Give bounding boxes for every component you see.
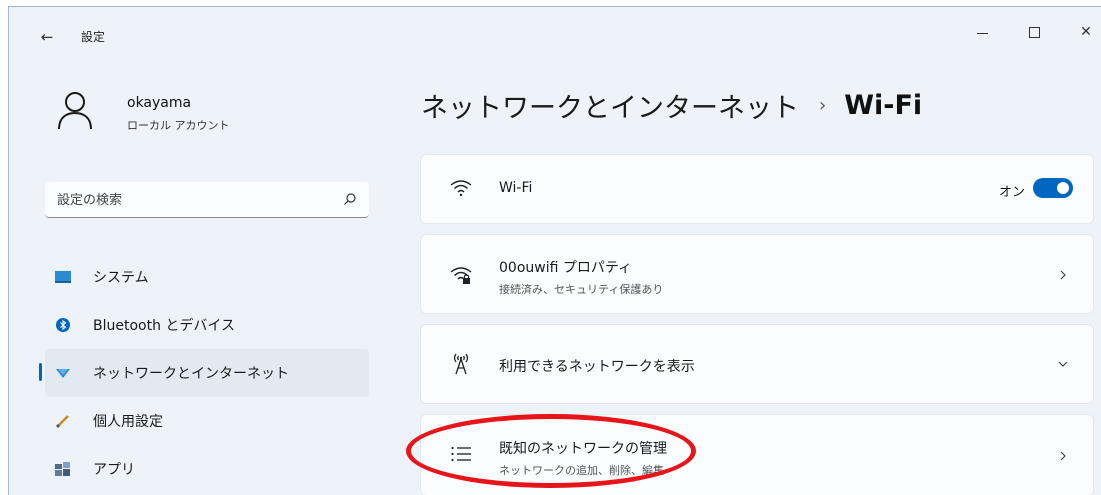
apps-icon — [55, 461, 71, 477]
sidebar-item-personalization[interactable]: 個人用設定 — [45, 397, 369, 445]
antenna-icon — [449, 351, 473, 375]
wifi-toggle[interactable] — [1033, 178, 1073, 198]
sidebar-item-apps[interactable]: アプリ — [45, 445, 369, 493]
sidebar-item-label: 個人用設定 — [93, 414, 163, 430]
chevron-down-icon[interactable] — [1057, 358, 1069, 370]
sidebar-item-label: システム — [93, 270, 149, 286]
available-networks-card[interactable]: 利用できるネットワークを表示 — [421, 325, 1093, 403]
search-input[interactable] — [55, 182, 339, 218]
list-icon — [449, 442, 473, 466]
sidebar-item-system[interactable]: システム — [45, 253, 369, 301]
sidebar-item-label: Bluetooth とデバイス — [93, 318, 235, 334]
sidebar-item-bluetooth[interactable]: Bluetooth とデバイス — [45, 301, 369, 349]
maximize-button[interactable] — [1014, 17, 1054, 47]
minimize-button[interactable] — [962, 17, 1002, 47]
system-icon — [55, 269, 71, 285]
selection-indicator — [39, 363, 42, 381]
wifi-secure-icon — [449, 263, 473, 287]
settings-search[interactable] — [45, 182, 369, 218]
network-icon — [55, 365, 71, 381]
back-arrow-icon: ← — [40, 28, 54, 46]
search-icon[interactable] — [343, 192, 357, 206]
minimize-icon — [976, 32, 988, 34]
breadcrumb-current: Wi-Fi — [844, 89, 923, 121]
close-button[interactable]: ✕ — [1066, 17, 1101, 47]
user-name: okayama — [127, 95, 192, 111]
sidebar-item-network[interactable]: ネットワークとインターネット — [39, 349, 369, 397]
wifi-toggle-state: オン — [998, 185, 1025, 200]
wifi-icon — [449, 176, 473, 200]
sidebar-nav: システム Bluetooth とデバイス ネットワークとインターネット 個人用設… — [39, 253, 369, 493]
chevron-right-icon — [1060, 451, 1066, 461]
chevron-right-icon — [1060, 270, 1066, 280]
user-profile[interactable]: okayama ローカル アカウント — [45, 83, 365, 143]
app-title: 設定 — [81, 30, 106, 44]
known-networks-card[interactable]: 既知のネットワークの管理 ネットワークの追加、削除、編集 — [421, 415, 1093, 495]
toggle-knob — [1057, 182, 1069, 194]
sidebar-item-label: ネットワークとインターネット — [93, 366, 289, 382]
properties-title: 00ouwifi プロパティ — [499, 260, 633, 276]
bluetooth-icon — [55, 317, 71, 333]
wifi-properties-card[interactable]: 00ouwifi プロパティ 接続済み、セキュリティ保護あり — [421, 235, 1093, 313]
back-button[interactable]: ← — [35, 25, 59, 49]
known-networks-subtitle: ネットワークの追加、削除、編集 — [499, 464, 664, 477]
person-icon — [55, 89, 95, 133]
properties-subtitle: 接続済み、セキュリティ保護あり — [499, 283, 664, 296]
account-type: ローカル アカウント — [127, 119, 230, 132]
available-networks-title: 利用できるネットワークを表示 — [499, 359, 695, 375]
close-icon: ✕ — [1080, 24, 1092, 40]
maximize-icon — [1028, 26, 1040, 38]
wifi-toggle-card: Wi-Fi オン — [421, 155, 1093, 223]
title-bar: ← 設定 ✕ — [9, 7, 1101, 63]
brush-icon — [55, 413, 71, 429]
sidebar-item-label: アプリ — [93, 462, 135, 478]
settings-window: ← 設定 ✕ okayama ローカル アカウント 設定の検索 システム Blu… — [8, 6, 1101, 495]
known-networks-title: 既知のネットワークの管理 — [499, 441, 667, 457]
breadcrumb-parent[interactable]: ネットワークとインターネット — [421, 86, 799, 125]
wifi-title: Wi-Fi — [499, 180, 533, 196]
page-title: ネットワークとインターネット › Wi-Fi — [421, 81, 922, 129]
breadcrumb-separator: › — [819, 94, 827, 116]
